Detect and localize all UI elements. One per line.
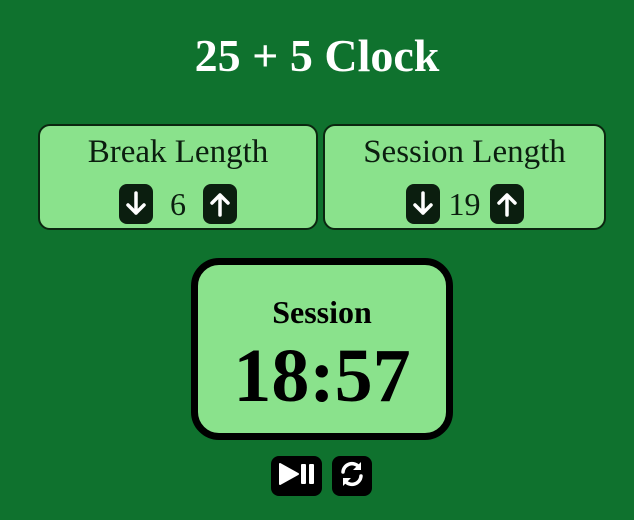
session-length-panel: Session Length 19 <box>323 124 606 230</box>
session-length-label: Session Length <box>363 134 566 170</box>
arrow-up-icon <box>496 191 517 217</box>
break-length-controls: 6 <box>40 184 316 224</box>
session-length-controls: 19 <box>325 184 604 224</box>
session-decrement-button[interactable] <box>405 184 440 224</box>
arrow-down-icon <box>126 191 146 217</box>
arrow-up-icon <box>210 191 230 217</box>
refresh-icon <box>338 460 366 492</box>
session-length-value: 19 <box>448 186 481 222</box>
session-increment-button[interactable] <box>489 184 524 224</box>
break-length-value: 6 <box>170 186 186 222</box>
break-length-label: Break Length <box>87 134 269 170</box>
break-length-panel: Break Length 6 <box>38 124 318 230</box>
timer-label: Session <box>272 294 372 330</box>
break-increment-button[interactable] <box>203 184 237 224</box>
reset-button[interactable] <box>332 456 372 496</box>
play-pause-button[interactable] <box>271 456 322 496</box>
arrow-down-icon <box>412 191 433 217</box>
timer-display: Session 18:57 <box>191 258 453 440</box>
app-title: 25 + 5 Clock <box>194 30 440 81</box>
play-pause-icon <box>277 461 317 491</box>
time-left: 18:57 <box>233 334 411 418</box>
break-decrement-button[interactable] <box>119 184 153 224</box>
